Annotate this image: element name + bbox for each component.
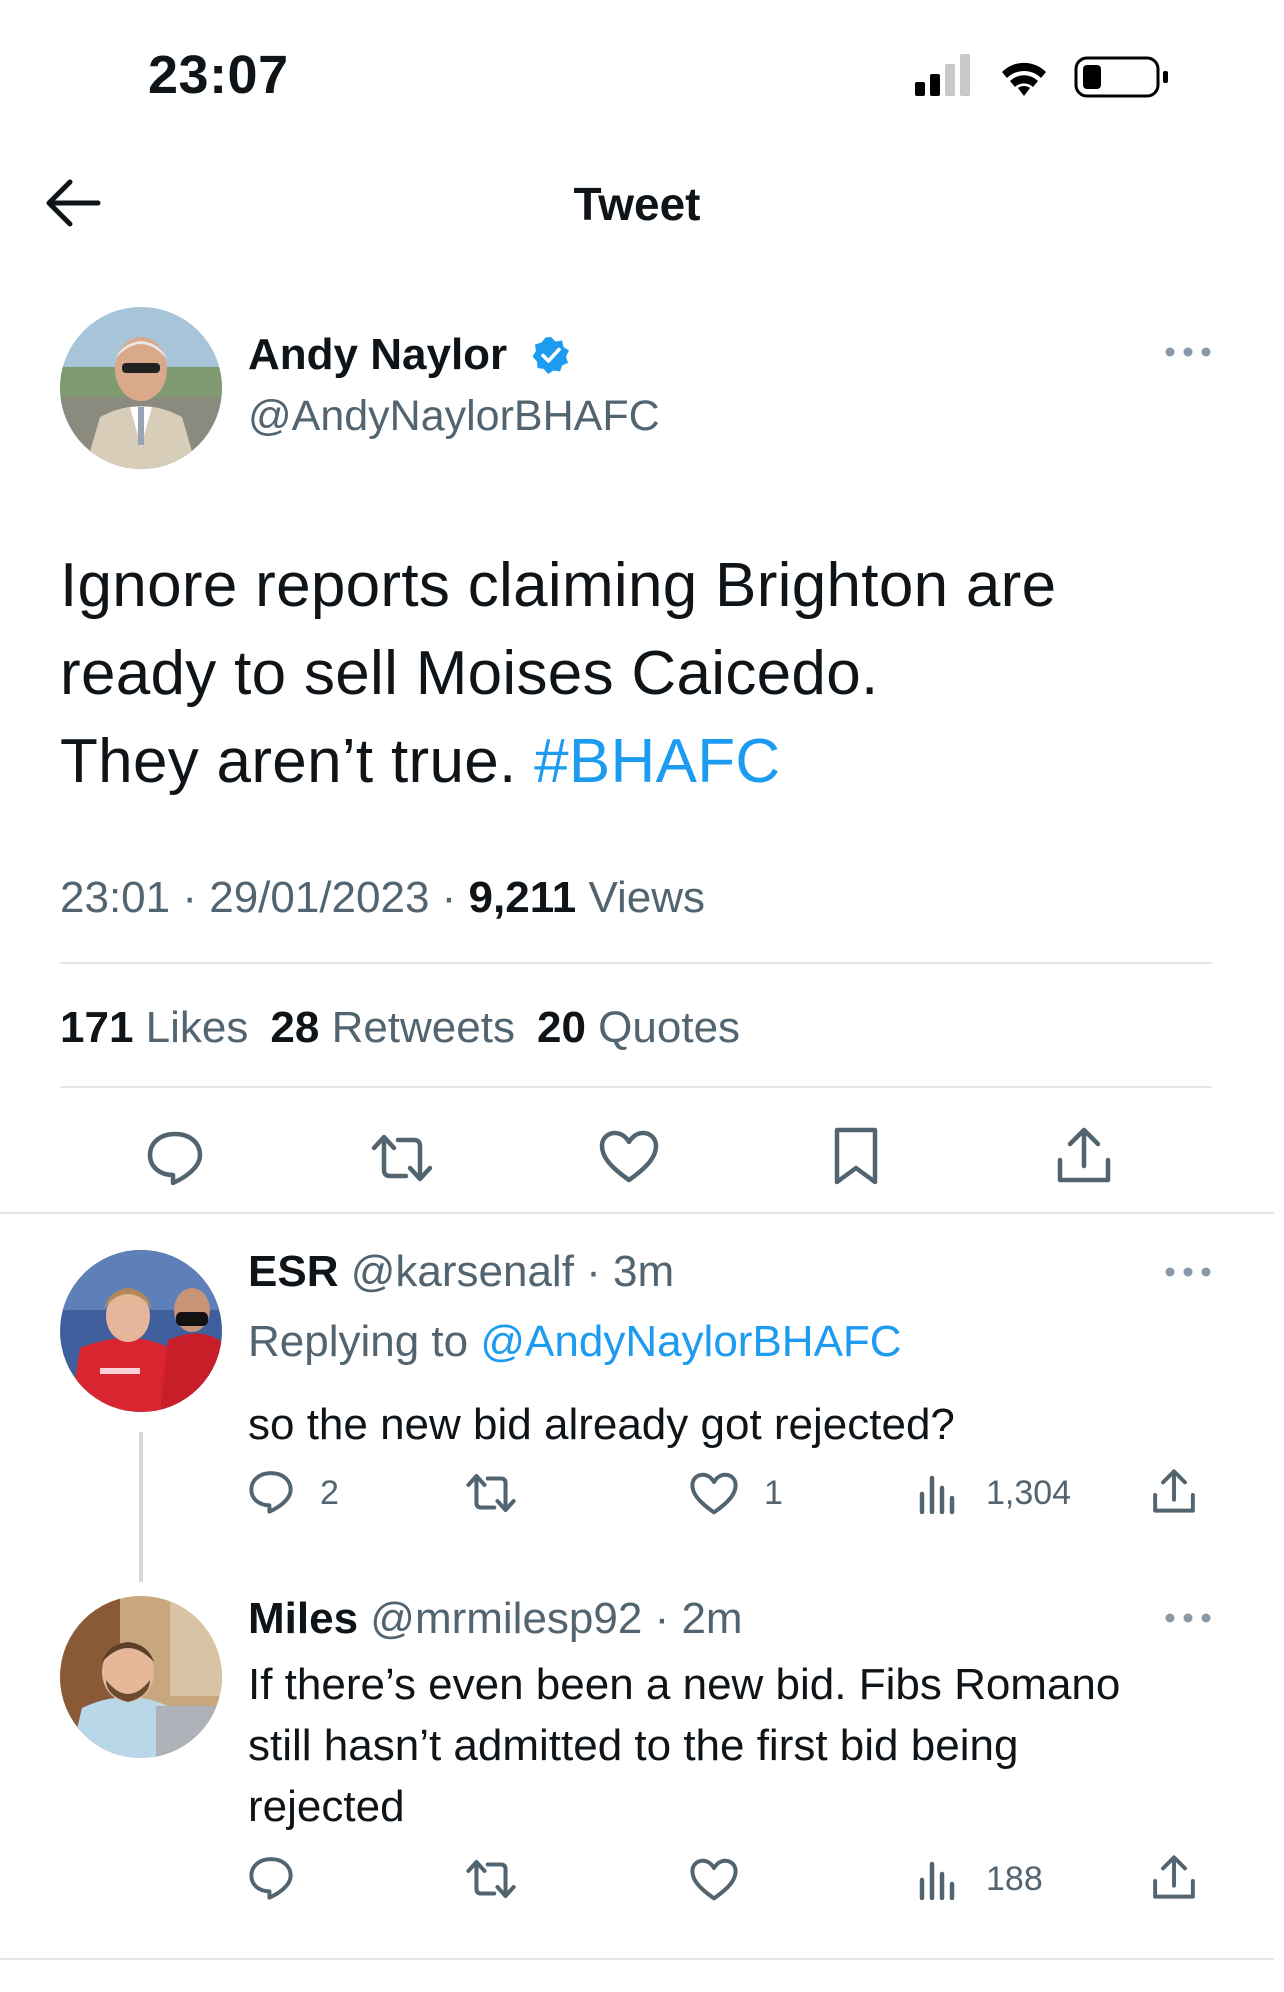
status-icons — [915, 52, 1175, 104]
status-time: 23:07 — [148, 45, 289, 105]
signal-icon — [915, 54, 970, 96]
meta-separator: · — [170, 873, 210, 922]
tweet-date: 29/01/2023 — [209, 873, 430, 922]
like-icon[interactable] — [690, 1858, 738, 1902]
reply-handle[interactable]: @karsenalf — [351, 1247, 574, 1296]
likes-count: 171 — [60, 1003, 134, 1052]
reply-icon[interactable] — [146, 1130, 204, 1186]
reply-avatar[interactable] — [60, 1596, 222, 1758]
bookmark-icon[interactable] — [832, 1126, 880, 1186]
tweet-text-line: ready to sell Moises Caicedo. — [60, 639, 879, 708]
quotes-stat[interactable]: 20 Quotes — [537, 1003, 740, 1052]
divider — [60, 962, 1212, 964]
reply-text-line: rejected — [248, 1782, 405, 1831]
author-avatar[interactable] — [60, 307, 222, 469]
like-icon[interactable] — [690, 1472, 738, 1516]
reply-age: · 3m — [586, 1247, 675, 1296]
battery-icon — [1074, 56, 1168, 98]
views-count: 9,211 — [468, 873, 577, 922]
like-icon[interactable] — [599, 1130, 659, 1184]
share-icon[interactable] — [1152, 1854, 1196, 1900]
tweet-text-line-3: They aren’t true. — [60, 727, 535, 796]
like-count: 1 — [764, 1474, 783, 1512]
meta-separator: · — [429, 873, 469, 922]
verified-badge-icon — [532, 336, 570, 374]
reply-text: If there’s even been a new bid. Fibs Rom… — [248, 1654, 1248, 1837]
reply-text: so the new bid already got rejected? — [248, 1400, 955, 1449]
retweets-label: Retweets — [331, 1003, 515, 1052]
reply-avatar[interactable] — [60, 1250, 222, 1412]
author-name[interactable]: Andy Naylor — [248, 330, 507, 380]
view-count: 188 — [986, 1860, 1043, 1898]
reply-handle[interactable]: @mrmilesp92 — [370, 1594, 642, 1643]
engagement-stats: 171 Likes 28 Retweets 20 Quotes — [60, 1003, 740, 1053]
reply-text-line: If there’s even been a new bid. Fibs Rom… — [248, 1660, 1121, 1709]
hashtag-link[interactable]: #BHAFC — [534, 727, 780, 796]
retweet-icon[interactable] — [465, 1472, 517, 1514]
reply-action[interactable] — [248, 1856, 294, 1900]
views-icon[interactable] — [918, 1474, 958, 1514]
reply-author: Miles @mrmilesp92 · 2m — [248, 1594, 743, 1644]
quotes-count: 20 — [536, 1003, 586, 1052]
reply-author-name[interactable]: Miles — [248, 1594, 358, 1643]
reply-author-name[interactable]: ESR — [248, 1247, 338, 1296]
tweet-text: Ignore reports claiming Brighton are rea… — [60, 542, 1220, 806]
retweet-icon[interactable] — [370, 1132, 434, 1184]
share-icon[interactable] — [1152, 1468, 1196, 1514]
tweet-text-line: They aren’t true. #BHAFC — [60, 718, 1220, 806]
tweet-text-line: Ignore reports claiming Brighton are — [60, 551, 1057, 620]
wifi-icon — [1002, 62, 1046, 96]
likes-label: Likes — [145, 1003, 249, 1052]
share-icon[interactable] — [1056, 1126, 1112, 1184]
replying-to: Replying to @AndyNaylorBHAFC — [248, 1317, 902, 1367]
page-title: Tweet — [573, 178, 701, 230]
likes-stat[interactable]: 171 Likes — [60, 1003, 248, 1052]
more-options-icon[interactable] — [1164, 1265, 1212, 1279]
retweets-stat[interactable]: 28 Retweets — [270, 1003, 515, 1052]
tweet-meta: 23:01 · 29/01/2023 · 9,211 Views — [60, 873, 705, 923]
author-handle[interactable]: @AndyNaylorBHAFC — [248, 392, 660, 441]
reply-age: · 2m — [654, 1594, 743, 1643]
divider — [60, 1086, 1212, 1088]
replying-to-link[interactable]: @AndyNaylorBHAFC — [480, 1317, 901, 1366]
reply-author: ESR @karsenalf · 3m — [248, 1247, 674, 1297]
replying-prefix: Replying to — [248, 1317, 481, 1366]
view-count: 1,304 — [986, 1474, 1072, 1512]
divider — [0, 1212, 1274, 1214]
thread-line — [139, 1432, 143, 1582]
reply-action[interactable] — [248, 1470, 294, 1514]
more-options-icon[interactable] — [1164, 1611, 1212, 1625]
views-label: Views — [588, 873, 706, 922]
tweet-time: 23:01 — [60, 873, 171, 922]
divider — [0, 1958, 1274, 1960]
views-icon[interactable] — [918, 1860, 958, 1900]
more-options-icon[interactable] — [1164, 345, 1212, 359]
reply-text-line: still hasn’t admitted to the first bid b… — [248, 1721, 1019, 1770]
retweets-count: 28 — [270, 1003, 320, 1052]
reply-count: 2 — [320, 1474, 339, 1512]
quotes-label: Quotes — [598, 1003, 741, 1052]
retweet-icon[interactable] — [465, 1858, 517, 1900]
